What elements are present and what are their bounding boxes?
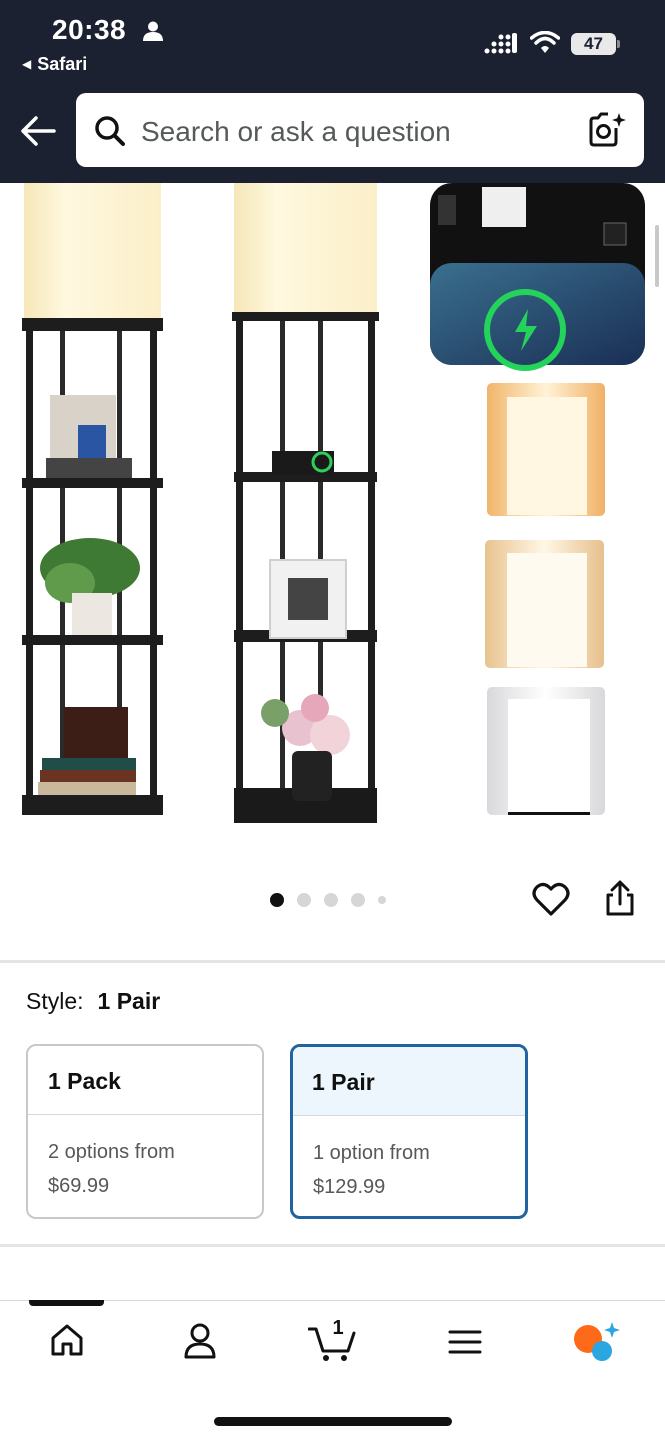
top-header: 20:38 ◀ Safari 47 Search or ask a questio… [0,0,665,183]
nav-active-indicator [29,1300,104,1306]
option-price: $129.99 [313,1176,386,1198]
carousel-dot[interactable] [378,896,386,904]
back-arrow-icon[interactable] [20,115,56,147]
search-placeholder: Search or ask a question [141,116,451,147]
heart-icon[interactable] [532,881,570,917]
battery-level: 47 [584,34,603,53]
home-indicator [214,1417,452,1426]
thumbnail-neutral [485,540,604,668]
option-availability: 2 options from [48,1141,175,1163]
style-option-1-pack[interactable]: 1 Pack 2 options from $69.99 [26,1044,264,1219]
style-value: 1 Pair [97,988,161,1014]
style-label: Style: [26,988,84,1014]
menu-icon[interactable] [448,1329,482,1355]
bottom-nav: 1 [0,1300,665,1440]
wifi-icon [530,31,560,53]
person-icon [143,21,163,41]
carousel-dot[interactable] [297,893,311,907]
status-time: 20:38 [52,14,127,45]
scrollbar-thumb[interactable] [655,225,659,287]
back-to-safari[interactable]: ◀ Safari [22,54,87,75]
cart-button[interactable]: 1 [308,1317,358,1363]
style-selector-label: Style: 1 Pair [26,988,160,1015]
battery-indicator: 47 [571,33,620,55]
product-image [22,183,645,823]
account-icon[interactable] [184,1323,216,1359]
carousel-dot[interactable] [270,893,284,907]
camera-search-icon[interactable] [588,112,626,148]
section-divider [0,960,665,963]
style-option-1-pair[interactable]: 1 Pair 1 option from $129.99 [290,1044,528,1219]
carousel-dot[interactable] [351,893,365,907]
option-title: 1 Pack [28,1046,262,1115]
carousel-dot[interactable] [324,893,338,907]
search-icon [95,116,125,146]
cart-count: 1 [332,1317,344,1339]
thumbnail-warm [487,383,605,516]
section-divider [0,1244,665,1247]
signal-icon [484,33,517,54]
back-app-label: Safari [37,54,88,74]
lamp-left [22,183,163,815]
product-image-gallery[interactable] [0,183,665,953]
rufus-icon[interactable] [572,1321,620,1363]
option-price: $69.99 [48,1175,110,1197]
carousel-dots[interactable] [270,893,386,907]
option-title: 1 Pair [293,1047,525,1116]
search-input[interactable]: Search or ask a question [76,93,644,167]
option-availability: 1 option from [313,1142,430,1164]
share-icon[interactable] [604,880,636,918]
thumbnail-cool [487,687,605,815]
thumbnail-charger [430,183,645,371]
lamp-right [232,183,379,823]
home-icon[interactable] [50,1323,84,1357]
